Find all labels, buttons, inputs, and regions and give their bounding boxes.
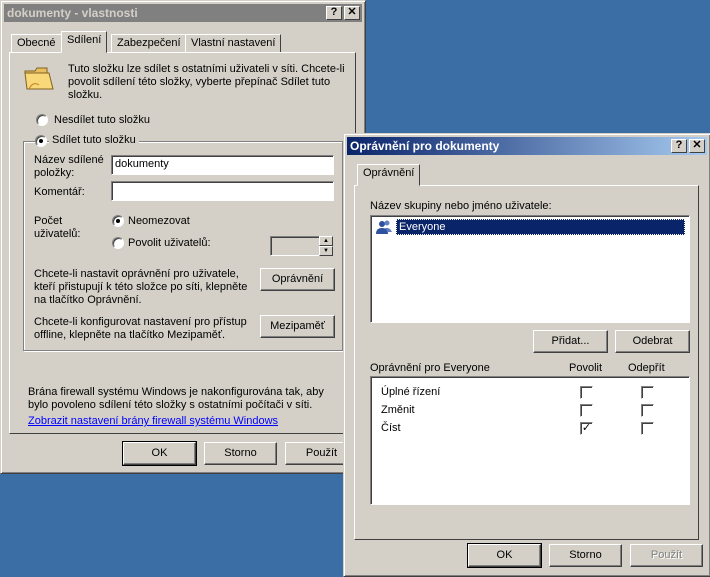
allow-read-checkbox[interactable]: ✓	[580, 422, 593, 435]
list-item[interactable]: Everyone	[375, 219, 685, 235]
spinner-down-icon[interactable]: ▼	[319, 246, 333, 256]
deny-full-checkbox[interactable]	[641, 386, 654, 399]
permissions-title: Oprávnění pro dokumenty	[350, 139, 500, 153]
cancel-button[interactable]: Storno	[204, 442, 277, 465]
tab-general[interactable]: Obecné	[11, 34, 62, 53]
properties-titlebar[interactable]: dokumenty - vlastnosti ? ✕	[4, 4, 362, 22]
cache-hint: Chcete-li konfigurovat nastavení pro pří…	[34, 316, 247, 341]
deny-header: Odepřít	[628, 362, 665, 374]
tab-custom[interactable]: Vlastní nastavení	[185, 34, 282, 53]
share-radio[interactable]	[35, 135, 47, 147]
allow-change-checkbox[interactable]	[580, 404, 593, 417]
share-label[interactable]: Sdílet tuto složku	[49, 134, 139, 146]
users-group-icon	[375, 219, 393, 235]
properties-dialog: dokumenty - vlastnosti ? ✕ Obecné Sdílen…	[0, 0, 366, 474]
permissions-titlebar[interactable]: Oprávnění pro dokumenty ? ✕	[347, 137, 707, 155]
perm-name-change: Změnit	[381, 404, 415, 416]
cancel-button[interactable]: Storno	[549, 544, 622, 567]
close-button[interactable]: ✕	[689, 139, 705, 153]
permissions-button[interactable]: Oprávnění	[260, 268, 335, 291]
users-list: Everyone	[370, 215, 690, 323]
tab-permissions[interactable]: Oprávnění	[357, 164, 421, 186]
perm-name-full: Úplné řízení	[381, 386, 441, 398]
tab-sharing[interactable]: Sdílení	[61, 31, 108, 53]
user-count-spinner[interactable]	[270, 236, 320, 256]
deny-read-checkbox[interactable]	[641, 422, 654, 435]
help-button[interactable]: ?	[326, 6, 342, 20]
no-share-label[interactable]: Nesdílet tuto složku	[54, 114, 150, 126]
apply-button[interactable]: Použít	[630, 544, 703, 567]
help-button[interactable]: ?	[671, 139, 687, 153]
deny-change-checkbox[interactable]	[641, 404, 654, 417]
tab-security[interactable]: Zabezpečení	[111, 34, 187, 53]
comment-input[interactable]	[111, 181, 334, 201]
user-count-label: Počet uživatelů:	[34, 215, 81, 240]
cache-button[interactable]: Mezipaměť	[260, 315, 335, 338]
ok-button[interactable]: OK	[122, 441, 197, 466]
permissions-dialog: Oprávnění pro dokumenty ? ✕ Oprávnění Ná…	[343, 133, 710, 577]
allow-header: Povolit	[569, 362, 603, 374]
firewall-text: Brána firewall systému Windows je nakonf…	[28, 386, 324, 411]
allow-users-radio[interactable]	[112, 237, 124, 249]
group-list-label: Název skupiny nebo jméno uživatele:	[370, 200, 552, 212]
perms-header: Oprávnění pro Everyone	[370, 362, 490, 374]
remove-button[interactable]: Odebrat	[615, 330, 690, 353]
unlimited-radio[interactable]	[112, 215, 124, 227]
permissions-list: Úplné řízení Změnit Číst ✓	[370, 376, 690, 505]
close-button[interactable]: ✕	[344, 6, 360, 20]
sharing-panel: Tuto složku lze sdílet s ostatními uživa…	[9, 52, 356, 434]
perm-name-read: Číst	[381, 422, 401, 434]
spinner-up-icon[interactable]: ▲	[319, 236, 333, 246]
share-intro-text: Tuto složku lze sdílet s ostatními uživa…	[68, 63, 345, 101]
permissions-hint: Chcete-li nastavit oprávnění pro uživate…	[34, 268, 248, 306]
no-share-radio[interactable]	[36, 114, 48, 126]
firewall-link[interactable]: Zobrazit nastavení brány firewall systém…	[28, 415, 278, 427]
allow-full-checkbox[interactable]	[580, 386, 593, 399]
properties-title: dokumenty - vlastnosti	[7, 6, 138, 20]
share-name-input[interactable]: dokumenty	[111, 155, 334, 175]
comment-label: Komentář:	[34, 186, 85, 198]
permissions-panel: Název skupiny nebo jméno uživatele: Ever…	[354, 185, 699, 540]
user-name: Everyone	[396, 219, 685, 235]
ok-button[interactable]: OK	[467, 543, 542, 568]
allow-users-label[interactable]: Povolit uživatelů:	[128, 237, 211, 249]
unlimited-label[interactable]: Neomezovat	[128, 215, 190, 227]
add-button[interactable]: Přidat...	[533, 330, 608, 353]
shared-folder-icon	[23, 63, 55, 93]
share-name-label: Název sdílené položky:	[34, 154, 104, 179]
